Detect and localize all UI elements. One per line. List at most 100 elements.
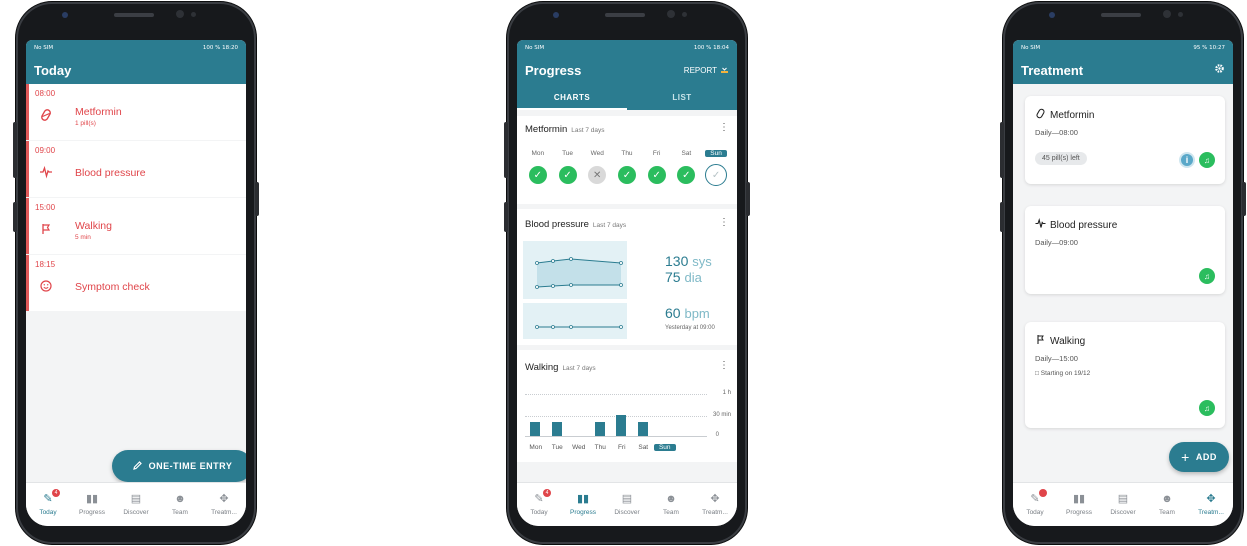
treatment-schedule: Daily—08:00 bbox=[1035, 128, 1078, 137]
tab-charts[interactable]: CHARTS bbox=[517, 84, 627, 110]
tab-list[interactable]: LIST bbox=[627, 84, 737, 110]
page-title: Treatment bbox=[1021, 62, 1084, 78]
nav-discover[interactable]: ▤ Discover bbox=[605, 483, 649, 526]
treatment-card-metformin[interactable]: Metformin Daily—08:00 45 pill(s) left i … bbox=[1025, 96, 1225, 184]
nav-team[interactable]: ☻ Team bbox=[649, 483, 693, 526]
nav-treatment[interactable]: ✥ Treatm... bbox=[1189, 483, 1233, 526]
nav-progress[interactable]: ▮▮ Progress bbox=[70, 483, 114, 526]
nav-discover[interactable]: ▤ Discover bbox=[114, 483, 158, 526]
battery-clock: 100 % 18:20 bbox=[202, 45, 238, 51]
last-measured: Yesterday at 09:00 bbox=[665, 325, 715, 331]
more-icon[interactable]: ⋮ bbox=[719, 217, 729, 228]
metformin-card: Metformin Last 7 days ⋮ Mon Tue Wed Thu F… bbox=[517, 116, 737, 204]
nav-label: Progress bbox=[569, 508, 596, 516]
day-labels: Mon Tue Wed Thu Fri Sat Sun bbox=[517, 150, 737, 157]
y-label: 0 bbox=[715, 432, 719, 438]
treatment-card-walking[interactable]: Walking Daily—15:00 □ Starting on 19/12 … bbox=[1025, 322, 1225, 428]
bp-point bbox=[569, 257, 573, 261]
day-label: Tue bbox=[562, 150, 574, 157]
checklist-icon: ✎ bbox=[1030, 492, 1040, 505]
nav-label: Discover bbox=[1110, 508, 1136, 516]
earpiece bbox=[1101, 13, 1141, 17]
fab-label: ONE-TIME ENTRY bbox=[148, 461, 233, 471]
nav-today[interactable]: ✎ 4 Today bbox=[517, 483, 561, 526]
nav-treatment[interactable]: ✥ Treatm... bbox=[202, 483, 246, 526]
bixby-button bbox=[1000, 202, 1004, 232]
app-bar: Treatment bbox=[1013, 56, 1233, 84]
report-button[interactable]: REPORT bbox=[684, 65, 729, 76]
nav-label: Progress bbox=[1065, 508, 1092, 516]
heartbeat-icon bbox=[39, 165, 53, 179]
notification-badge: 4 bbox=[52, 489, 60, 497]
treatment-title: Walking bbox=[1050, 335, 1086, 347]
nav-discover[interactable]: ▤ Discover bbox=[1101, 483, 1145, 526]
hr-number: 60 bbox=[665, 305, 681, 321]
nav-team[interactable]: ☻ Team bbox=[158, 483, 202, 526]
dia-number: 75 bbox=[665, 269, 681, 285]
systolic-value: 130 sys bbox=[665, 253, 712, 269]
card-title-text: Blood pressure bbox=[525, 219, 589, 230]
bar-chart-icon: ▮▮ bbox=[1072, 492, 1086, 505]
day-status: ✓ bbox=[557, 166, 579, 186]
day-labels: Mon Tue Wed Thu Fri Sat Sun bbox=[525, 444, 676, 451]
nav-label: Discover bbox=[614, 508, 640, 516]
status-bar: No SIM 100 % 18:20 bbox=[26, 40, 246, 56]
day-label: Sun bbox=[654, 444, 676, 451]
day-status[interactable]: ✓ bbox=[705, 164, 728, 186]
day-label: Mon bbox=[531, 150, 545, 157]
earpiece bbox=[605, 13, 645, 17]
list-item[interactable]: 09:00 Blood pressure bbox=[26, 141, 246, 197]
page-title: Today bbox=[34, 62, 72, 78]
entry-name: Walking bbox=[75, 220, 112, 232]
walking-bar bbox=[551, 422, 562, 436]
day-status: ✓ bbox=[646, 166, 668, 186]
hr-chart bbox=[523, 303, 627, 339]
bar-chart-icon: ▮▮ bbox=[85, 492, 99, 505]
report-label: REPORT bbox=[683, 65, 717, 75]
screen: No SIM 100 % 18:20 Today 08:00 Metformin… bbox=[26, 40, 246, 526]
list-item[interactable]: 15:00 Walking 5 min bbox=[26, 198, 246, 254]
treatment-card-blood-pressure[interactable]: Blood pressure Daily—09:00 ♫ bbox=[1025, 206, 1225, 294]
more-icon[interactable]: ⋮ bbox=[719, 122, 729, 133]
day-label: Fri bbox=[652, 150, 661, 157]
bell-icon[interactable]: ♫ bbox=[1199, 152, 1215, 168]
status-bar: No SIM 95 % 10:27 bbox=[1013, 40, 1233, 56]
day-label: Sat bbox=[638, 444, 649, 451]
info-icon[interactable]: i bbox=[1179, 152, 1195, 168]
checklist-icon: ✎ bbox=[43, 492, 53, 505]
entry-time: 09:00 bbox=[35, 146, 56, 155]
nav-treatment[interactable]: ✥ Treatm... bbox=[693, 483, 737, 526]
pending-check-icon: ✓ bbox=[705, 164, 728, 186]
gear-icon[interactable] bbox=[1214, 61, 1225, 79]
day-label: Mon bbox=[529, 444, 543, 451]
nav-progress[interactable]: ▮▮ Progress bbox=[1057, 483, 1101, 526]
nav-today[interactable]: ✎ Today bbox=[1013, 483, 1057, 526]
front-camera bbox=[553, 12, 559, 18]
walking-bar bbox=[530, 422, 540, 436]
bell-icon[interactable]: ♫ bbox=[1199, 268, 1215, 284]
bottom-nav: ✎ Today ▮▮ Progress ▤ Discover ☻ Team ✥ … bbox=[1013, 482, 1233, 526]
nav-label: Today bbox=[39, 508, 57, 516]
bell-icon[interactable]: ♫ bbox=[1199, 400, 1215, 416]
screen: No SIM 95 % 10:27 Treatment Metformin Da… bbox=[1013, 40, 1233, 526]
nav-progress[interactable]: ▮▮ Progress bbox=[561, 483, 605, 526]
check-icon: ✓ bbox=[677, 166, 696, 184]
more-icon[interactable]: ⋮ bbox=[719, 360, 729, 371]
nav-team[interactable]: ☻ Team bbox=[1145, 483, 1189, 526]
treatment-title: Metformin bbox=[1050, 109, 1095, 121]
list-item[interactable]: 18:15 Symptom check bbox=[26, 255, 246, 311]
pencil-icon bbox=[132, 460, 143, 473]
bar-chart-icon: ▮▮ bbox=[576, 492, 590, 505]
entry-sub: 5 min bbox=[75, 234, 91, 241]
day-status: ✓ bbox=[675, 166, 697, 186]
list-item[interactable]: 08:00 Metformin 1 pill(s) bbox=[26, 84, 246, 140]
one-time-entry-button[interactable]: ONE-TIME ENTRY bbox=[112, 450, 246, 482]
day-status: ✓ bbox=[527, 166, 549, 186]
y-label: 30 min bbox=[712, 412, 731, 418]
walking-bar bbox=[637, 422, 648, 436]
front-camera bbox=[62, 12, 68, 18]
add-button[interactable]: + ADD bbox=[1169, 442, 1229, 472]
nav-today[interactable]: ✎ 4 Today bbox=[26, 483, 70, 526]
book-icon: ▤ bbox=[621, 492, 633, 505]
walking-card: Walking Last 7 days ⋮ 1 h 30 min 0 Mon Tu… bbox=[517, 350, 737, 462]
